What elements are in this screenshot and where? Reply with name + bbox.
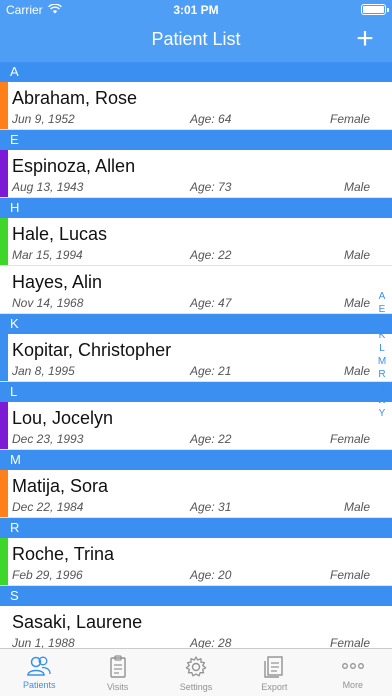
patient-sex: Female	[329, 432, 370, 446]
section-header-m: M	[0, 450, 392, 470]
patient-row[interactable]: Sasaki, Laurene Jun 1, 1988 Age: 28 Female	[0, 606, 392, 648]
tab-label: Visits	[106, 682, 129, 692]
patient-row[interactable]: Espinoza, Allen Aug 13, 1943 Age: 73 Male	[0, 150, 392, 198]
section-index[interactable]: AEHKLMRSWY	[375, 290, 389, 420]
tab-label: Settings	[179, 682, 213, 692]
patient-name: Sasaki, Laurene	[12, 612, 143, 632]
patient-dob: Dec 22, 1984	[12, 500, 84, 514]
status-bar: Carrier 3:01 PM	[0, 0, 392, 20]
tab-label: Patients	[22, 680, 56, 690]
patient-dob: Mar 15, 1994	[12, 248, 83, 262]
patient-row[interactable]: Hayes, Alin Nov 14, 1968 Age: 47 Male	[0, 266, 392, 314]
patient-age: Age: 22	[190, 432, 232, 446]
status-time: 3:01 PM	[173, 3, 219, 17]
patient-age: Age: 73	[190, 180, 232, 194]
patient-sex: Female	[329, 112, 370, 126]
page-title: Patient List	[151, 29, 241, 49]
index-letter-k[interactable]: K	[375, 329, 389, 342]
export-icon	[261, 655, 287, 679]
navigation-bar: Patient List +	[0, 20, 392, 62]
patient-color-tag	[0, 334, 8, 381]
patient-sex: Male	[343, 364, 370, 378]
tab-patients[interactable]: Patients	[0, 649, 78, 696]
tab-label: More	[342, 680, 364, 690]
status-right	[361, 4, 389, 15]
patient-dob: Feb 29, 1996	[12, 568, 83, 582]
index-letter-a[interactable]: A	[375, 290, 389, 303]
patient-age: Age: 20	[190, 568, 232, 582]
tab-label: Export	[261, 682, 288, 692]
section-header-k: K	[0, 314, 392, 334]
patient-dob: Jun 1, 1988	[12, 636, 75, 648]
patient-color-tag	[0, 402, 8, 449]
patient-row[interactable]: Matija, Sora Dec 22, 1984 Age: 31 Male	[0, 470, 392, 518]
patient-row[interactable]: Roche, Trina Feb 29, 1996 Age: 20 Female	[0, 538, 392, 586]
add-patient-button[interactable]: +	[350, 24, 380, 54]
patient-name: Abraham, Rose	[12, 88, 138, 108]
index-letter-s[interactable]: S	[375, 381, 389, 394]
index-letter-w[interactable]: W	[375, 394, 389, 407]
tab-more[interactable]: More	[314, 649, 392, 696]
section-header-h: H	[0, 198, 392, 218]
patient-age: Age: 21	[190, 364, 232, 378]
tab-export[interactable]: Export	[235, 649, 313, 696]
index-letter-l[interactable]: L	[375, 342, 389, 355]
patient-dob: Jun 9, 1952	[12, 112, 75, 126]
patient-dob: Nov 14, 1968	[12, 296, 84, 310]
patient-age: Age: 22	[190, 248, 232, 262]
patient-color-tag	[0, 218, 8, 265]
index-letter-r[interactable]: R	[375, 368, 389, 381]
section-header-a: A	[0, 62, 392, 82]
patient-row[interactable]: Kopitar, Christopher Jan 8, 1995 Age: 21 Ma…	[0, 334, 392, 382]
section-header-l: L	[0, 382, 392, 402]
patient-sex: Male	[343, 500, 370, 514]
patient-color-tag	[0, 266, 8, 313]
patient-dob: Jan 8, 1995	[12, 364, 75, 378]
patient-row[interactable]: Abraham, Rose Jun 9, 1952 Age: 64 Female	[0, 82, 392, 130]
index-letter-h[interactable]: H	[375, 316, 389, 329]
patient-list[interactable]: A Abraham, Rose Jun 9, 1952 Age: 64 Female E E…	[0, 62, 392, 648]
patient-sex: Male	[343, 296, 370, 310]
patient-age: Age: 64	[190, 112, 232, 126]
index-letter-y[interactable]: Y	[375, 407, 389, 420]
patient-sex: Male	[343, 180, 370, 194]
patient-name: Espinoza, Allen	[12, 156, 136, 176]
tab-settings[interactable]: Settings	[157, 649, 235, 696]
patient-row[interactable]: Hale, Lucas Mar 15, 1994 Age: 22 Male	[0, 218, 392, 266]
more-icon	[340, 655, 366, 677]
patient-color-tag	[0, 606, 8, 648]
clipboard-icon	[107, 655, 129, 679]
patient-name: Matija, Sora	[12, 476, 109, 496]
patient-name: Lou, Jocelyn	[12, 408, 114, 428]
section-header-r: R	[0, 518, 392, 538]
patient-sex: Female	[329, 568, 370, 582]
patient-name: Roche, Trina	[12, 544, 115, 564]
tab-visits[interactable]: Visits	[78, 649, 156, 696]
patient-age: Age: 31	[190, 500, 232, 514]
patient-name: Hayes, Alin	[12, 272, 103, 292]
patient-row[interactable]: Lou, Jocelyn Dec 23, 1993 Age: 22 Female	[0, 402, 392, 450]
patient-color-tag	[0, 82, 8, 129]
patient-sex: Male	[343, 248, 370, 262]
index-letter-m[interactable]: M	[375, 355, 389, 368]
patient-color-tag	[0, 150, 8, 197]
gear-icon	[184, 655, 208, 679]
patients-icon	[26, 655, 52, 677]
patient-dob: Dec 23, 1993	[12, 432, 84, 446]
patient-age: Age: 47	[190, 296, 232, 310]
patient-name: Kopitar, Christopher	[12, 340, 172, 360]
battery-icon	[361, 4, 389, 15]
tab-bar: Patients Visits Settings Export More	[0, 648, 392, 696]
patient-color-tag	[0, 470, 8, 517]
patient-name: Hale, Lucas	[12, 224, 108, 244]
section-header-s: S	[0, 586, 392, 606]
index-letter-e[interactable]: E	[375, 303, 389, 316]
section-header-e: E	[0, 130, 392, 150]
patient-dob: Aug 13, 1943	[12, 180, 84, 194]
patient-age: Age: 28	[190, 636, 232, 648]
patient-color-tag	[0, 538, 8, 585]
patient-sex: Female	[329, 636, 370, 648]
